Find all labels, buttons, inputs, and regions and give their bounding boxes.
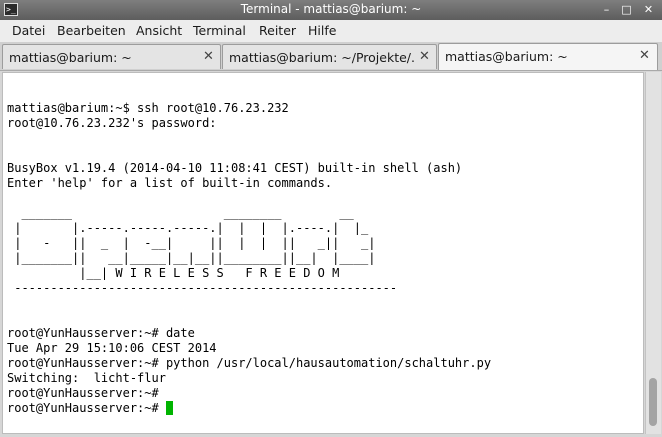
menu-hilfe[interactable]: Hilfe (308, 23, 336, 38)
menu-bearbeiten[interactable]: Bearbeiten (57, 23, 126, 38)
terminal-line: _______ ________ __ (7, 206, 354, 220)
text-cursor (165, 401, 173, 415)
minimize-button[interactable]: – (600, 3, 613, 16)
terminal-line: |_______|| __|_____|__|__||________||__|… (7, 251, 376, 265)
terminal-line: Enter 'help' for a list of built-in comm… (7, 176, 333, 190)
window-titlebar[interactable]: >_ Terminal - mattias@barium: ~ – □ ✕ (0, 0, 662, 20)
tab-close-icon[interactable]: ✕ (419, 49, 430, 64)
close-window-button[interactable]: ✕ (642, 3, 655, 16)
terminal-prompt: root@YunHausserver:~# (7, 401, 166, 415)
scrollbar-thumb[interactable] (649, 378, 657, 426)
tab-label: mattias@barium: ~ (9, 50, 132, 65)
tab-1[interactable]: mattias@barium: ~ ✕ (2, 44, 221, 69)
tab-label: mattias@barium: ~/Projekte/... (229, 50, 414, 65)
menu-ansicht[interactable]: Ansicht (136, 23, 182, 38)
window-title: Terminal - mattias@barium: ~ (240, 2, 422, 16)
terminal-prompt-line: root@YunHausserver:~# (7, 401, 491, 416)
terminal-line: | - || _ | -__| || | | || _|| _| (7, 236, 376, 250)
terminal-line: BusyBox v1.19.4 (2014-04-10 11:08:41 CES… (7, 161, 463, 175)
menu-reiter[interactable]: Reiter (259, 23, 296, 38)
tab-2[interactable]: mattias@barium: ~/Projekte/... ✕ (222, 44, 437, 69)
tab-close-icon[interactable]: ✕ (203, 49, 214, 64)
tab-label: mattias@barium: ~ (445, 49, 568, 64)
terminal-line: mattias@barium:~$ ssh root@10.76.23.232 (7, 101, 289, 115)
terminal-line: Tue Apr 29 15:10:06 CEST 2014 (7, 341, 217, 355)
terminal-output[interactable]: mattias@barium:~$ ssh root@10.76.23.232 r… (2, 72, 644, 434)
terminal-line: | |.-----.-----.-----.| | | |.----.| |_ (7, 221, 369, 235)
terminal-line: ----------------------------------------… (7, 281, 398, 295)
terminal-lines: mattias@barium:~$ ssh root@10.76.23.232 r… (7, 86, 491, 416)
menu-bar: Datei Bearbeiten Ansicht Terminal Reiter… (0, 20, 662, 43)
terminal-line: root@YunHausserver:~# date (7, 326, 195, 340)
menu-terminal[interactable]: Terminal (193, 23, 246, 38)
terminal-line: root@10.76.23.232's password: (7, 116, 217, 130)
terminal-line: root@YunHausserver:~# python /usr/local/… (7, 356, 492, 370)
terminal-line: |__| W I R E L E S S F R E E D O M (7, 266, 340, 280)
terminal-line: root@YunHausserver:~# (7, 386, 159, 400)
tab-bar: mattias@barium: ~ ✕ mattias@barium: ~/Pr… (0, 42, 662, 71)
vertical-scrollbar[interactable] (645, 72, 661, 434)
menu-datei[interactable]: Datei (12, 23, 45, 38)
tab-close-icon[interactable]: ✕ (639, 48, 650, 63)
maximize-button[interactable]: □ (620, 3, 633, 16)
tab-3-active[interactable]: mattias@barium: ~ ✕ (438, 43, 658, 70)
terminal-line: Switching: licht-flur (7, 371, 166, 385)
